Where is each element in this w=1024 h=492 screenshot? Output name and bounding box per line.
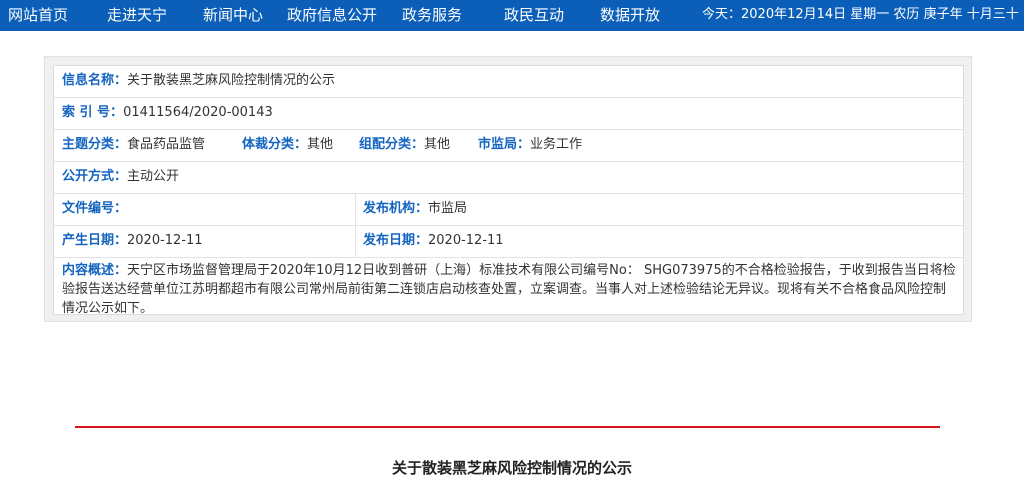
genre-category-value: 其他 bbox=[307, 137, 334, 152]
index-number-value: 01411564/2020-00143 bbox=[123, 105, 273, 120]
info-metadata-table: 信息名称：关于散装黑芝麻风险控制情况的公示 索 引 号：01411564/202… bbox=[53, 65, 964, 316]
bureau-label: 市监局： bbox=[478, 137, 531, 152]
genre-category-label: 体裁分类： bbox=[242, 137, 308, 152]
info-row-summary: 内容概述：天宁区市场监督管理局于2020年10月12日收到普研（上海）标准技术有… bbox=[54, 258, 963, 316]
public-method-label: 公开方式： bbox=[62, 169, 128, 184]
summary-label: 内容概述： bbox=[62, 263, 128, 278]
top-navigation-bar: 网站首页 走进天宁 新闻中心 政府信息公开 政务服务 政民互动 数据开放 今天：… bbox=[0, 0, 1024, 31]
created-date-value: 2020-12-11 bbox=[127, 233, 203, 248]
info-row-method: 公开方式：主动公开 bbox=[54, 162, 963, 194]
nav-open-data[interactable]: 数据开放 bbox=[600, 0, 660, 31]
info-row-name: 信息名称：关于散装黑芝麻风险控制情况的公示 bbox=[54, 66, 963, 98]
article-title: 关于散装黑芝麻风险控制情况的公示 bbox=[391, 459, 632, 477]
created-date-label: 产生日期： bbox=[62, 233, 128, 248]
summary-text: 天宁区市场监督管理局于2020年10月12日收到普研（上海）标准技术有限公司编号… bbox=[62, 263, 956, 316]
publisher-value: 市监局 bbox=[428, 201, 468, 216]
publish-date-label: 发布日期： bbox=[363, 233, 429, 248]
topic-category-value: 食品药品监管 bbox=[127, 137, 206, 152]
current-date-text: 今天：2020年12月14日 星期一 农历 庚子年 十月三十 bbox=[702, 7, 1019, 22]
info-row-dates: 产生日期：2020-12-11 发布日期：2020-12-11 bbox=[54, 226, 963, 258]
nav-home[interactable]: 网站首页 bbox=[8, 0, 68, 31]
document-number-label: 文件编号： bbox=[62, 201, 128, 216]
nav-news-center[interactable]: 新闻中心 bbox=[203, 0, 263, 31]
info-row-categories: 主题分类：食品药品监管 体裁分类：其他 组配分类：其他 市监局：业务工作 bbox=[54, 130, 963, 162]
info-metadata-panel: 信息名称：关于散装黑芝麻风险控制情况的公示 索 引 号：01411564/202… bbox=[44, 56, 972, 322]
index-number-label: 索 引 号： bbox=[62, 105, 124, 120]
nav-gov-services[interactable]: 政务服务 bbox=[402, 0, 462, 31]
nav-gov-info-public[interactable]: 政府信息公开 bbox=[287, 0, 377, 31]
publisher-label: 发布机构： bbox=[363, 201, 429, 216]
org-category-value: 其他 bbox=[424, 137, 451, 152]
article-divider-line bbox=[75, 426, 940, 428]
org-category-label: 组配分类： bbox=[359, 137, 425, 152]
bureau-value: 业务工作 bbox=[530, 137, 583, 152]
info-row-index: 索 引 号：01411564/2020-00143 bbox=[54, 98, 963, 130]
nav-public-interaction[interactable]: 政民互动 bbox=[504, 0, 564, 31]
info-name-value: 关于散装黑芝麻风险控制情况的公示 bbox=[127, 73, 336, 88]
info-row-docno-publisher: 文件编号： 发布机构：市监局 bbox=[54, 194, 963, 226]
info-name-label: 信息名称： bbox=[62, 73, 128, 88]
nav-about-tianning[interactable]: 走进天宁 bbox=[107, 0, 167, 31]
topic-category-label: 主题分类： bbox=[62, 137, 128, 152]
publish-date-value: 2020-12-11 bbox=[428, 233, 504, 248]
public-method-value: 主动公开 bbox=[127, 169, 180, 184]
